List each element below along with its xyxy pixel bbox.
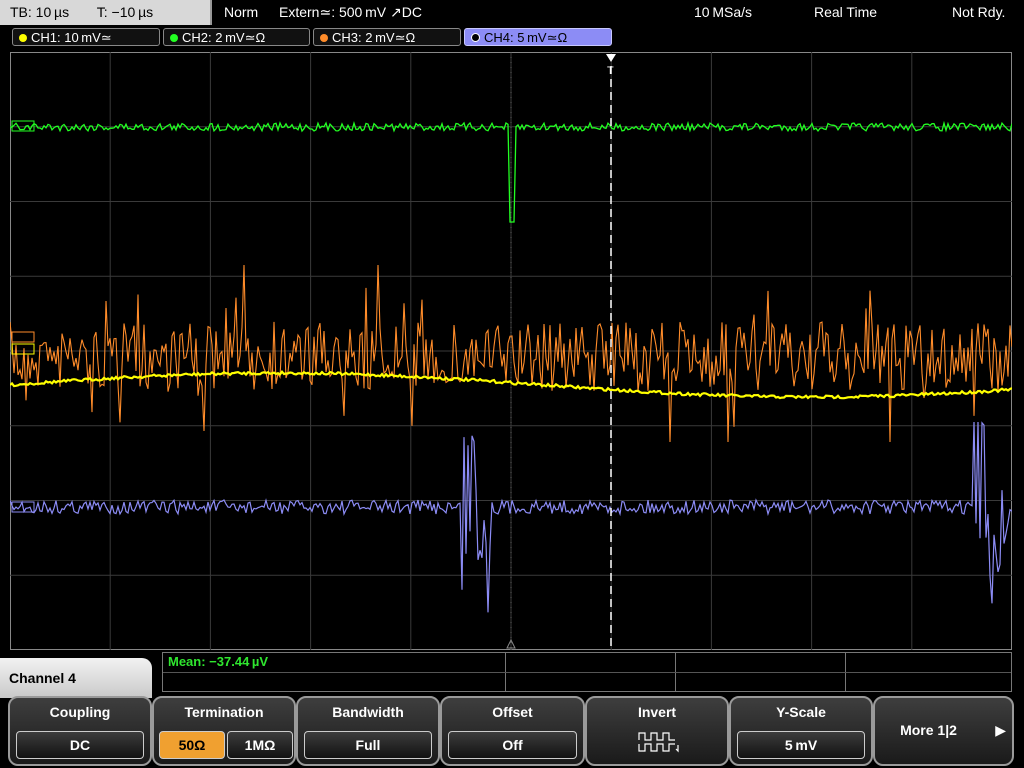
timebase-box[interactable]: TB: 10 µs T: −10 µs: [0, 0, 212, 25]
waveform-plot: T: [10, 52, 1012, 650]
bandwidth-label: Bandwidth: [332, 704, 404, 720]
trigger-source[interactable]: Extern≃: 500 mV ↗DC: [279, 0, 422, 25]
more-softkey[interactable]: More 1|2 ▶: [873, 696, 1014, 766]
yscale-softkey[interactable]: Y-Scale 5 mV: [729, 696, 873, 766]
coupling-softkey[interactable]: Coupling DC: [8, 696, 152, 766]
acquisition-mode: Real Time: [814, 4, 878, 20]
channel-tab-ch4[interactable]: CH4: 5 mV≃Ω: [464, 28, 612, 46]
ch4-label: CH4: 5 mV≃Ω: [484, 30, 568, 45]
yscale-label: Y-Scale: [776, 704, 826, 720]
ch3-indicator-icon: [320, 34, 328, 42]
termination-50ohm-option[interactable]: 50Ω: [159, 731, 225, 759]
invert-label: Invert: [637, 704, 677, 720]
channel-tab-ch2[interactable]: CH2: 2 mV≃Ω: [163, 28, 310, 46]
ch1-indicator-icon: [19, 34, 27, 42]
trigger-marker-icon[interactable]: [606, 54, 616, 62]
offset-softkey[interactable]: Offset Off: [440, 696, 585, 766]
offset-label: Offset: [492, 704, 533, 720]
measurement-panel: [162, 652, 1012, 692]
next-page-icon: ▶: [995, 722, 1006, 738]
grid-lines: [10, 52, 1012, 650]
more-label: More 1|2: [900, 722, 957, 738]
coupling-label: Coupling: [49, 704, 111, 720]
trigger-mode[interactable]: Norm: [224, 0, 258, 25]
bandwidth-softkey[interactable]: Bandwidth Full: [296, 696, 440, 766]
yscale-value[interactable]: 5 mV: [737, 731, 865, 759]
termination-label: Termination: [184, 704, 264, 720]
sample-rate: 10 MSa/s: [694, 4, 753, 20]
timebase-label: TB: 10 µs: [10, 4, 70, 20]
mean-measurement: Mean: −37.44 µV: [168, 654, 269, 669]
termination-1mohm-option[interactable]: 1MΩ: [227, 731, 293, 759]
bandwidth-value[interactable]: Full: [304, 731, 432, 759]
termination-softkey[interactable]: Termination 50Ω 1MΩ: [152, 696, 296, 766]
ch3-label: CH3: 2 mV≃Ω: [332, 30, 416, 45]
coupling-value[interactable]: DC: [16, 731, 144, 759]
ch3-level-marker[interactable]: [11, 331, 35, 343]
channel-tab-ch1[interactable]: CH1: 10 mV≃: [12, 28, 160, 46]
ch4-indicator-icon: [471, 33, 480, 42]
offset-value[interactable]: Off: [448, 731, 577, 759]
trigger-t-icon: T: [607, 65, 614, 77]
invert-softkey[interactable]: Invert: [585, 696, 729, 766]
trigger-time-label: T: −10 µs: [96, 4, 154, 20]
ch2-label: CH2: 2 mV≃Ω: [182, 30, 266, 45]
ch2-indicator-icon: [170, 34, 178, 42]
ch1-label: CH1: 10 mV≃: [31, 30, 112, 45]
status-label: Not Rdy.: [952, 4, 1006, 20]
invert-waveform-icon: [638, 732, 679, 753]
channel-tab-ch3[interactable]: CH3: 2 mV≃Ω: [313, 28, 461, 46]
menu-title: Channel 4: [0, 658, 152, 698]
